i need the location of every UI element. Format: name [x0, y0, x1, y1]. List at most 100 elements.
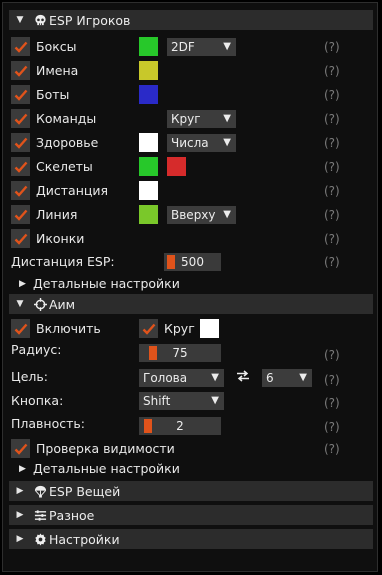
checkbox-line[interactable] — [11, 205, 30, 224]
row-aim-smooth: Плавность: 2 (?) — [3, 413, 379, 435]
section-header-aim[interactable]: ▼ Аим — [9, 294, 373, 314]
collapse-arrow-icon: ▼ — [16, 299, 24, 309]
tree-node-aim-advanced[interactable]: ▶ Детальные настройки — [3, 458, 379, 480]
row-line: Линия Вверху ▼ (?) — [3, 204, 379, 226]
color-swatch-aim-circle[interactable] — [200, 319, 219, 338]
label-teams: Команды — [36, 111, 97, 126]
chevron-down-icon: ▼ — [223, 137, 231, 148]
help-icon[interactable]: (?) — [324, 416, 340, 438]
help-icon[interactable]: (?) — [324, 204, 340, 226]
label-aim-enable: Включить — [36, 321, 101, 336]
checkbox-bots[interactable] — [11, 85, 30, 104]
section-header-misc[interactable]: ▶ Разное — [9, 505, 373, 525]
checkbox-health[interactable] — [11, 133, 30, 152]
sliders-icon — [31, 509, 49, 522]
label-aim-circle: Круг — [164, 321, 195, 336]
aim-radius-slider[interactable]: 75 — [139, 344, 221, 362]
check-icon — [14, 185, 27, 197]
color-swatch-distance[interactable] — [139, 181, 158, 200]
check-icon — [14, 89, 27, 101]
label-bots: Боты — [36, 87, 70, 102]
color-swatch-line[interactable] — [139, 205, 158, 224]
row-icons: Иконки (?) — [3, 228, 379, 250]
help-icon[interactable]: (?) — [324, 84, 340, 106]
section-title: Аим — [49, 296, 76, 312]
label-skeletons: Скелеты — [36, 159, 93, 174]
help-icon[interactable]: (?) — [324, 228, 340, 250]
section-header-settings[interactable]: ▶ Настройки — [9, 529, 373, 549]
row-esp-distance: Дистанция ESP: 500 (?) — [3, 251, 379, 273]
label-aim-visibility: Проверка видимости — [36, 441, 175, 456]
expand-arrow-icon: ▶ — [16, 510, 24, 520]
label-names: Имена — [36, 63, 79, 78]
color-swatch-bots[interactable] — [139, 85, 158, 104]
help-icon[interactable]: (?) — [324, 108, 340, 130]
checkbox-boxes[interactable] — [11, 37, 30, 56]
label-boxes: Боксы — [36, 39, 77, 54]
checkbox-aim-circle[interactable] — [139, 319, 158, 338]
help-icon[interactable]: (?) — [324, 36, 340, 58]
checkbox-distance[interactable] — [11, 181, 30, 200]
skull-icon — [31, 14, 49, 27]
color-swatch-skeletons-hidden[interactable] — [167, 157, 186, 176]
swap-arrows-icon[interactable] — [236, 367, 250, 389]
checkbox-names[interactable] — [11, 61, 30, 80]
aim-target-select[interactable]: Голова ▼ — [139, 369, 224, 387]
slider-grab[interactable] — [149, 346, 157, 360]
checkbox-icons[interactable] — [11, 229, 30, 248]
check-icon — [14, 41, 27, 53]
color-swatch-skeletons-visible[interactable] — [139, 157, 158, 176]
cheat-menu-window: ▼ ESP Игроков Боксы 2DF ▼ (?) Имена (?) Б… — [2, 2, 378, 572]
slider-grab[interactable] — [167, 255, 175, 269]
checkbox-aim-enable[interactable] — [11, 319, 30, 338]
section-header-esp-items[interactable]: ▶ ESP Вещей — [9, 481, 373, 501]
aim-smooth-slider[interactable]: 2 — [139, 417, 221, 435]
row-bots: Боты (?) — [3, 84, 379, 106]
help-icon[interactable]: (?) — [324, 60, 340, 82]
row-aim-target: Цель: Голова ▼ 6 ▼ (?) — [3, 366, 379, 388]
help-icon[interactable]: (?) — [324, 156, 340, 178]
help-icon[interactable]: (?) — [324, 132, 340, 154]
color-swatch-boxes[interactable] — [139, 37, 158, 56]
check-icon — [14, 137, 27, 149]
section-header-esp-players[interactable]: ▼ ESP Игроков — [9, 10, 373, 30]
aim-bone-select[interactable]: 6 ▼ — [262, 369, 312, 387]
help-icon[interactable]: (?) — [324, 392, 340, 414]
boxes-style-select[interactable]: 2DF ▼ — [167, 38, 236, 56]
check-icon — [14, 161, 27, 173]
label-aim-smooth: Плавность: — [11, 416, 85, 431]
check-icon — [14, 65, 27, 77]
slider-grab[interactable] — [144, 419, 152, 433]
checkbox-aim-visibility[interactable] — [11, 439, 30, 458]
checkbox-teams[interactable] — [11, 109, 30, 128]
chevron-down-icon: ▼ — [211, 372, 219, 383]
parachute-icon — [31, 485, 49, 498]
label-aim-radius: Радиус: — [11, 342, 62, 357]
teams-style-select[interactable]: Круг ▼ — [167, 110, 236, 128]
label-aim-target: Цель: — [11, 369, 48, 384]
check-icon — [14, 233, 27, 245]
health-style-select[interactable]: Числа ▼ — [167, 134, 236, 152]
check-icon — [14, 209, 27, 221]
aim-key-select[interactable]: Shift ▼ — [139, 392, 224, 410]
color-swatch-health[interactable] — [139, 133, 158, 152]
row-aim-radius: Радиус: 75 (?) — [3, 341, 379, 363]
label-aim-key: Кнопка: — [11, 393, 64, 408]
help-icon[interactable]: (?) — [324, 438, 340, 460]
help-icon[interactable]: (?) — [324, 369, 340, 391]
line-position-select[interactable]: Вверху ▼ — [167, 206, 236, 224]
esp-distance-slider[interactable]: 500 — [164, 253, 221, 271]
row-aim-key: Кнопка: Shift ▼ (?) — [3, 390, 379, 412]
help-icon[interactable]: (?) — [324, 180, 340, 202]
color-swatch-names[interactable] — [139, 61, 158, 80]
help-icon[interactable]: (?) — [324, 344, 340, 366]
collapse-arrow-icon: ▼ — [16, 15, 24, 25]
check-icon — [14, 443, 27, 455]
label-icons: Иконки — [36, 231, 85, 246]
checkbox-skeletons[interactable] — [11, 157, 30, 176]
check-icon — [14, 323, 27, 335]
help-icon[interactable]: (?) — [324, 251, 340, 273]
chevron-down-icon: ▼ — [223, 209, 231, 220]
chevron-down-icon: ▼ — [223, 113, 231, 124]
tree-node-esp-advanced[interactable]: ▶ Детальные настройки — [3, 273, 379, 295]
